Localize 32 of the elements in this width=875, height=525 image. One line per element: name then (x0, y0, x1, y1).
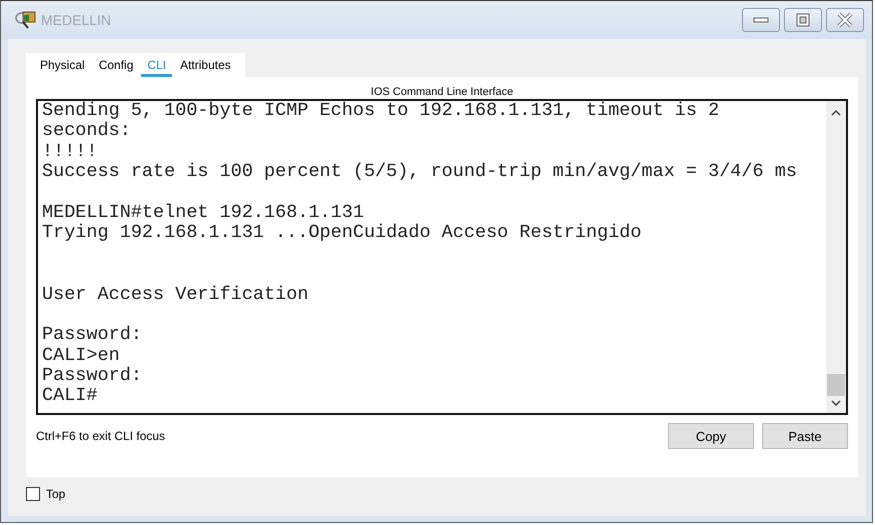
scroll-up-icon[interactable] (831, 109, 841, 116)
terminal-line: Trying 192.168.1.131 ...OpenCuidado Acceso Restringido (42, 223, 642, 244)
terminal-line: !!!!! (42, 142, 99, 162)
minimize-icon (753, 16, 769, 24)
tab[interactable]: Config (92, 53, 140, 77)
terminal-line: seconds: (42, 121, 132, 142)
hint-text: Ctrl+F6 to exit CLI focus (36, 429, 166, 443)
close-icon (836, 12, 854, 28)
terminal-line: MEDELLIN#telnet 192.168.1.131 (42, 202, 365, 224)
terminal-line: User Access Verification (42, 284, 310, 305)
close-button[interactable] (826, 8, 864, 32)
maximize-button[interactable] (784, 8, 822, 32)
terminal-line: CALI>en (42, 346, 121, 366)
maximize-icon (796, 13, 810, 27)
terminal-line: CALI# (42, 386, 99, 407)
checkbox[interactable] (26, 487, 40, 501)
scrollbar[interactable] (826, 101, 846, 413)
checkbox-label: Top (46, 487, 66, 501)
panel-heading: IOS Command Line Interface (370, 85, 514, 99)
tab[interactable]: Physical (34, 53, 91, 77)
minimize-button[interactable] (742, 8, 780, 32)
window-title: MEDELLIN (41, 12, 112, 28)
terminal-output[interactable] (36, 99, 848, 415)
terminal-line: Sending 5, 100-byte ICMP Echos to 192.168.1.131, timeout is 2 (42, 101, 720, 122)
action-button[interactable]: Paste (762, 423, 848, 449)
terminal-line: Password: (42, 366, 143, 386)
action-button[interactable]: Copy (668, 423, 754, 449)
tab[interactable]: Attributes (174, 53, 237, 77)
scroll-thumb[interactable] (827, 374, 845, 396)
terminal-line: Success rate is 100 percent (5/5), round-trip min/avg/max = 3/4/6 ms (42, 162, 798, 183)
scroll-down-icon[interactable] (831, 400, 841, 407)
terminal-line: Password: (42, 325, 143, 346)
